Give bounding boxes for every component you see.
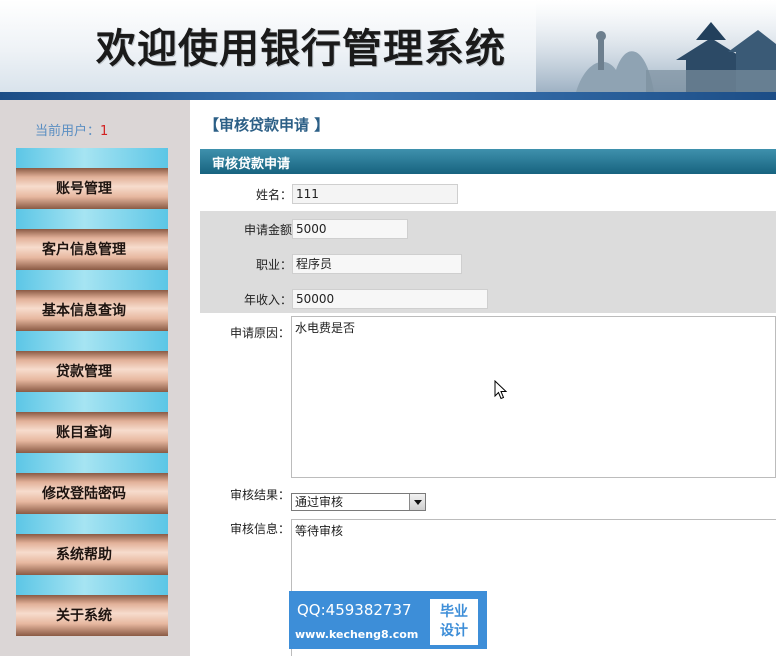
name-label: 姓名： <box>255 188 292 202</box>
sidebar-item-ledger: 账目查询 <box>16 392 168 453</box>
sidebar-item-about: 关于系统 <box>16 575 168 636</box>
section-title: 审核贷款申请 <box>212 157 291 172</box>
sidebar-item-label: 贷款管理 <box>56 364 112 380</box>
sidebar-item-customer-info: 客户信息管理 <box>16 209 168 270</box>
result-label: 审核结果： <box>229 488 290 502</box>
sidebar-item-loan: 贷款管理 <box>16 331 168 392</box>
watermark-overlay: QQ:459382737 www.kecheng8.com 毕业 设计 <box>289 591 487 649</box>
sidebar-item-label: 关于系统 <box>56 608 112 624</box>
sidebar-item-label: 修改登陆密码 <box>42 486 126 502</box>
menu-top-strip <box>16 331 168 351</box>
reason-label: 申请原因： <box>229 326 290 340</box>
menu-top-strip <box>16 270 168 290</box>
banner-scenery-image <box>536 0 776 92</box>
mouse-pointer-icon <box>494 380 508 400</box>
chevron-down-icon[interactable] <box>409 494 425 510</box>
menu-top-strip <box>16 514 168 534</box>
sidebar-item-help: 系统帮助 <box>16 514 168 575</box>
sidebar-item-account: 账号管理 <box>16 148 168 209</box>
result-select[interactable]: 通过审核 <box>291 493 426 511</box>
watermark-url: www.kecheng8.com <box>295 628 419 641</box>
header-banner: 欢迎使用银行管理系统 <box>0 0 776 92</box>
reason-textarea[interactable]: 水电费是否 <box>291 316 776 478</box>
job-label: 职业： <box>255 258 292 272</box>
watermark-badge-text: 毕业 设计 <box>440 604 468 639</box>
main-content: 【审核贷款申请 】 审核贷款申请 姓名： 111 申请金额 5000 职业： 程… <box>190 100 776 656</box>
sidebar-button-ledger[interactable]: 账目查询 <box>16 412 168 453</box>
income-label: 年收入： <box>243 293 292 307</box>
system-title: 欢迎使用银行管理系统 <box>96 26 506 72</box>
sidebar-item-password: 修改登陆密码 <box>16 453 168 514</box>
current-user: 当前用户：1 <box>35 120 108 139</box>
sidebar-button-password[interactable]: 修改登陆密码 <box>16 473 168 514</box>
form-row-name: 姓名： 111 <box>200 174 776 211</box>
sidebar-item-label: 账号管理 <box>56 181 112 197</box>
info-label: 审核信息： <box>229 522 290 536</box>
current-user-label: 当前用户： <box>35 124 101 139</box>
menu-top-strip <box>16 148 168 168</box>
sidebar-item-label: 账目查询 <box>56 425 112 441</box>
menu-top-strip <box>16 575 168 595</box>
amount-field[interactable]: 5000 <box>292 219 408 239</box>
form-rows-amount-job-income: 申请金额 5000 职业： 程序员 年收入： 50000 <box>200 211 776 313</box>
page-title: 【审核贷款申请 】 <box>204 116 330 134</box>
menu-top-strip <box>16 392 168 412</box>
sidebar-item-label: 客户信息管理 <box>42 242 126 258</box>
menu-top-strip <box>16 209 168 229</box>
sidebar-menu: 账号管理 客户信息管理 基本信息查询 贷款管理 账目查询 修改登陆密码 系统帮助… <box>16 148 168 636</box>
job-field[interactable]: 程序员 <box>292 254 462 274</box>
sidebar-button-loan[interactable]: 贷款管理 <box>16 351 168 392</box>
section-header: 审核贷款申请 <box>200 149 776 174</box>
income-field[interactable]: 50000 <box>292 289 488 309</box>
amount-label: 申请金额 <box>243 223 292 237</box>
sidebar-item-label: 系统帮助 <box>56 547 112 563</box>
result-selected-value: 通过审核 <box>295 495 344 509</box>
sidebar-button-account[interactable]: 账号管理 <box>16 168 168 209</box>
current-user-value: 1 <box>100 124 109 139</box>
watermark-qq: QQ:459382737 <box>297 601 412 619</box>
watermark-badge: 毕业 设计 <box>430 599 478 645</box>
sidebar-item-label: 基本信息查询 <box>42 303 126 319</box>
name-field[interactable]: 111 <box>292 184 458 204</box>
sidebar: 当前用户：1 账号管理 客户信息管理 基本信息查询 贷款管理 账目查询 修改登陆… <box>0 100 190 656</box>
sidebar-button-customer-info[interactable]: 客户信息管理 <box>16 229 168 270</box>
header-stripe <box>0 92 776 100</box>
sidebar-button-basic-query[interactable]: 基本信息查询 <box>16 290 168 331</box>
sidebar-button-help[interactable]: 系统帮助 <box>16 534 168 575</box>
menu-top-strip <box>16 453 168 473</box>
sidebar-item-basic-query: 基本信息查询 <box>16 270 168 331</box>
sidebar-button-about[interactable]: 关于系统 <box>16 595 168 636</box>
